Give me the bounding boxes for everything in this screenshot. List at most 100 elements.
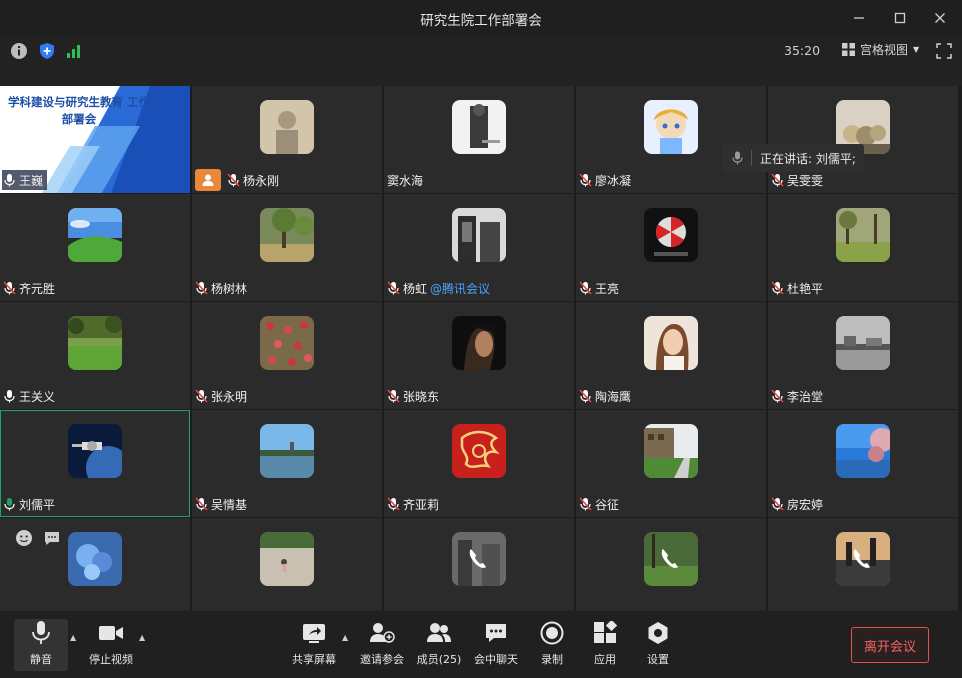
participant-nameplate: 王巍: [2, 170, 48, 190]
chat-bubble-icon[interactable]: [42, 528, 62, 548]
person-icon: [202, 174, 214, 186]
participant-tile[interactable]: 房宏婷: [768, 410, 958, 517]
participant-name: 杨树林: [211, 281, 248, 296]
participant-tile[interactable]: 窦水海: [384, 86, 574, 193]
meeting-timer: 35:20: [784, 43, 821, 58]
mic-muted-icon: [227, 173, 240, 187]
avatar: [452, 532, 506, 586]
chevron-up-icon[interactable]: ▲: [70, 633, 80, 643]
members-button[interactable]: 成员(25): [414, 619, 464, 671]
video-camera-icon: [98, 619, 124, 647]
participant-tile[interactable]: 廖冰凝: [576, 86, 766, 193]
mic-muted-icon: [195, 497, 208, 511]
participant-name: 房宏婷: [787, 497, 824, 512]
participant-name: 杨永刚: [243, 173, 280, 188]
participant-name: 王亮: [595, 281, 620, 296]
share-screen-label: 共享屏幕: [292, 653, 336, 666]
share-screen-button[interactable]: 共享屏幕: [289, 619, 339, 671]
chat-button[interactable]: 会中聊天: [471, 619, 521, 671]
chevron-up-icon[interactable]: ▲: [342, 633, 352, 643]
avatar: [68, 532, 122, 586]
chevron-up-icon[interactable]: ▲: [139, 633, 149, 643]
participant-name: 李治堂: [787, 389, 824, 404]
participant-name: 刘儒平: [19, 497, 56, 512]
participant-tile[interactable]: 杜艳平: [768, 194, 958, 301]
chevron-down-icon: ▼: [913, 45, 920, 54]
participant-tile[interactable]: 杨虹 @腾讯会议: [384, 194, 574, 301]
participant-tile[interactable]: 学科建设与研究生教育 工作部署会 王巍: [0, 86, 190, 193]
settings-button[interactable]: 设置: [638, 619, 678, 671]
avatar: [260, 532, 314, 586]
meeting-toolbar: 静音 ▲ 停止视频 ▲ 共享屏幕 ▲ 邀请参会 成员(25) 会中聊天 录制 应…: [0, 611, 962, 678]
participant-nameplate: 李治堂: [770, 386, 827, 406]
avatar: [260, 100, 314, 154]
participant-name: 王巍: [19, 173, 44, 188]
shield-icon[interactable]: [38, 42, 56, 60]
avatar: [644, 100, 698, 154]
participant-name: 杜艳平: [787, 281, 824, 296]
participant-nameplate: 谷征: [578, 494, 623, 514]
members-label: 成员(25): [416, 653, 462, 666]
info-icon[interactable]: [10, 42, 28, 60]
mic-muted-icon: [579, 389, 592, 403]
record-button[interactable]: 录制: [532, 619, 572, 671]
view-mode-dropdown[interactable]: 宫格视图 ▼: [842, 41, 919, 58]
participant-tile[interactable]: [768, 518, 958, 611]
participant-tile[interactable]: 谷征: [576, 410, 766, 517]
avatar: [644, 532, 698, 586]
minimize-icon[interactable]: [846, 6, 872, 30]
mic-muted-icon: [3, 281, 16, 295]
participant-tile[interactable]: 杨永刚: [192, 86, 382, 193]
participant-nameplate: 廖冰凝: [578, 170, 635, 190]
host-badge: [195, 169, 221, 191]
participant-tile[interactable]: 王关义: [0, 302, 190, 409]
avatar: [452, 208, 506, 262]
participant-nameplate: 齐亚莉: [386, 494, 443, 514]
avatar: [644, 316, 698, 370]
mic-muted-icon: [387, 281, 400, 295]
apps-button[interactable]: 应用: [585, 619, 625, 671]
mic-muted-icon: [771, 389, 784, 403]
slide-title: 学科建设与研究生教育 工作部署会: [7, 95, 150, 126]
invite-button[interactable]: 邀请参会: [357, 619, 407, 671]
mute-label: 静音: [30, 653, 52, 666]
participant-tile[interactable]: 齐亚莉: [384, 410, 574, 517]
stop-video-button[interactable]: 停止视频: [84, 619, 138, 671]
close-icon[interactable]: [927, 6, 953, 30]
participant-nameplate: 杨永刚: [194, 169, 283, 191]
mic-muted-icon: [771, 497, 784, 511]
participant-tile[interactable]: 齐元胜: [0, 194, 190, 301]
mic-muted-icon: [195, 389, 208, 403]
participant-tile[interactable]: 陶海鹰: [576, 302, 766, 409]
avatar: [644, 208, 698, 262]
signal-strength-icon[interactable]: [66, 42, 84, 60]
participant-tile[interactable]: 张永明: [192, 302, 382, 409]
participant-tile[interactable]: 吴情基: [192, 410, 382, 517]
participant-tile-speaking[interactable]: 刘儒平: [0, 410, 190, 517]
participant-nameplate: 张永明: [194, 386, 251, 406]
participant-tile[interactable]: [576, 518, 766, 611]
view-mode-label: 宫格视图: [860, 43, 909, 57]
emoji-icon[interactable]: [14, 528, 34, 548]
avatar: [260, 316, 314, 370]
participant-nameplate: 吴情基: [194, 494, 251, 514]
participant-tile[interactable]: 王亮: [576, 194, 766, 301]
fullscreen-icon[interactable]: [936, 43, 954, 61]
gear-icon: [646, 619, 670, 647]
participant-name: 窦水海: [387, 173, 424, 188]
participant-name: 杨虹: [403, 281, 428, 296]
mute-button[interactable]: 静音: [14, 619, 68, 671]
mic-icon: [732, 151, 743, 165]
leave-meeting-button[interactable]: 离开会议: [851, 627, 929, 663]
participant-tile[interactable]: [192, 518, 382, 611]
participant-tile[interactable]: 张晓东: [384, 302, 574, 409]
avatar: [836, 532, 890, 586]
title-bar: 研究生院工作部署会: [0, 0, 962, 36]
participant-name: 张晓东: [403, 389, 440, 404]
participant-tile[interactable]: [384, 518, 574, 611]
participant-tile[interactable]: 吴雯雯: [768, 86, 958, 193]
mic-muted-icon: [579, 281, 592, 295]
participant-tile[interactable]: 杨树林: [192, 194, 382, 301]
participant-tile[interactable]: 李治堂: [768, 302, 958, 409]
maximize-icon[interactable]: [887, 6, 913, 30]
